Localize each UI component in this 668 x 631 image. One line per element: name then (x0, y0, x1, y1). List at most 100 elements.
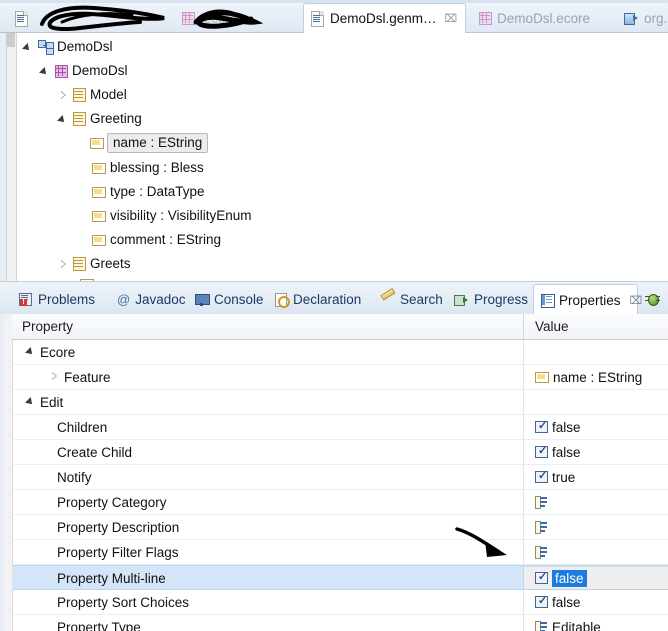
progress-icon (454, 294, 469, 306)
tree-item-label: Greets (90, 256, 131, 272)
property-label: Create Child (57, 444, 133, 460)
tree-item-label: name : EString (107, 132, 209, 154)
ecore-icon (479, 11, 492, 25)
editor-tab-scribbled-ecore[interactable]: .ecore (175, 3, 300, 33)
tree-scrollbar-thumb[interactable] (6, 33, 15, 47)
property-label: Property Description (57, 519, 180, 535)
property-name-cell: Notify (57, 465, 92, 489)
table-row-property-filter-flags[interactable]: Property Filter Flags (12, 540, 668, 565)
property-value: Editable (552, 619, 601, 631)
cell-divider (523, 566, 524, 590)
property-label: Property Filter Flags (57, 544, 179, 560)
property-value-cell[interactable]: ✓ true (535, 465, 575, 489)
property-name-cell: Feature (50, 365, 111, 389)
property-value-cell[interactable]: Editable (535, 615, 601, 631)
text-field-icon (535, 546, 548, 559)
property-name-cell: Property Description (57, 515, 179, 539)
chevron-right-icon[interactable] (50, 372, 60, 382)
property-value-cell[interactable]: ✓ false (535, 590, 581, 614)
chevron-right-icon[interactable] (58, 259, 69, 270)
chevron-down-icon[interactable] (58, 114, 69, 125)
javadoc-at-icon: @ (117, 292, 131, 307)
text-field-icon (535, 521, 548, 534)
editor-tab-scribbled-genmodel[interactable] (8, 3, 168, 33)
property-name-cell: Property Multi-line (57, 566, 166, 590)
table-row-create-child[interactable]: Create Child ✓ false (12, 440, 668, 465)
editor-tab-org-plugin[interactable]: org. (617, 3, 668, 33)
tree-item-name-estring[interactable]: name : EString (90, 131, 209, 155)
tab-label: Progress (474, 292, 529, 307)
tab-javadoc[interactable]: @ Javadoc (110, 284, 193, 315)
tab-label: Problems (38, 292, 96, 307)
chevron-down-icon[interactable] (40, 66, 51, 77)
tab-problems[interactable]: ! Problems (12, 284, 102, 315)
tree-item-model[interactable]: Model (58, 83, 127, 107)
tree-item-label: DemoDsl (57, 39, 113, 55)
chevron-right-icon[interactable] (58, 90, 69, 101)
properties-table-header: Property Value (12, 314, 668, 340)
column-header-property[interactable]: Property (22, 314, 73, 339)
close-icon[interactable]: ⌧ (445, 12, 458, 25)
table-row-children[interactable]: Children ✓ false (12, 415, 668, 440)
column-header-value[interactable]: Value (535, 314, 569, 339)
property-value-cell[interactable]: ✓ false (535, 566, 587, 590)
eclipse-window: .ecore DemoDsl.genm… ⌧ DemoDsl.ecore org… (0, 0, 668, 631)
property-label: Property Type (57, 619, 141, 631)
tree-item-greets[interactable]: Greets (58, 252, 131, 276)
property-value-cell[interactable] (535, 540, 552, 564)
tree-item-greeting[interactable]: Greeting (58, 107, 142, 131)
cell-divider (523, 465, 524, 489)
editor-tab-demodsl-ecore[interactable]: DemoDsl.ecore (472, 3, 612, 33)
tree-item-demodsl-package[interactable]: DemoDsl (40, 59, 128, 83)
property-value-cell[interactable]: name : EString (535, 365, 642, 389)
chevron-down-icon[interactable] (26, 397, 36, 407)
cell-divider (523, 365, 524, 389)
tree-item-type-datatype[interactable]: type : DataType (92, 180, 205, 204)
table-row-property-category[interactable]: Property Category (12, 490, 668, 515)
problems-icon: ! (19, 293, 33, 306)
property-value: false (552, 594, 581, 610)
property-value-selected[interactable]: false (552, 569, 587, 587)
tab-search[interactable]: Search (374, 284, 450, 315)
tab-progress[interactable]: Progress (447, 284, 535, 315)
property-value-cell[interactable]: ✓ false (535, 415, 581, 439)
genmodel-tree-panel[interactable]: DemoDsl DemoDsl Model Greeting name: ES… (0, 33, 668, 281)
editor-tab-demodsl-genmodel[interactable]: DemoDsl.genm… ⌧ (303, 3, 466, 33)
tab-console[interactable]: Console (188, 284, 271, 315)
property-value-cell[interactable] (535, 515, 552, 539)
tree-vertical-scrollbar[interactable] (6, 33, 17, 281)
eclass-icon (73, 88, 86, 102)
chevron-down-icon[interactable] (26, 347, 36, 357)
debug-view-icon[interactable] (645, 290, 660, 306)
chevron-down-icon[interactable] (23, 42, 34, 53)
property-value-cell[interactable] (535, 490, 552, 514)
property-value-cell[interactable]: ✓ false (535, 440, 581, 464)
table-row-notify[interactable]: Notify ✓ true (12, 465, 668, 490)
table-row-ecore-group[interactable]: Ecore (12, 340, 668, 365)
table-row-edit-group[interactable]: Edit (12, 390, 668, 415)
tab-properties[interactable]: Properties ⌧ (533, 284, 642, 315)
table-row-property-sort-choices[interactable]: Property Sort Choices ✓ false (12, 590, 668, 615)
close-icon[interactable]: ⌧ (630, 294, 643, 307)
tree-item-visibility-visibilityenum[interactable]: visibility : VisibilityEnum (92, 204, 252, 228)
tree-item-comment-estring[interactable]: comment : EString (92, 228, 221, 252)
property-label: Children (57, 419, 108, 435)
tree-item-demodsl-root[interactable]: DemoDsl (23, 35, 113, 59)
tree-item-label: type : DataType (110, 184, 205, 200)
cell-divider (523, 515, 524, 539)
properties-view[interactable]: Property Value Ecore Feature name : EStr… (0, 314, 668, 631)
cell-divider (523, 390, 524, 414)
plugin-icon (624, 12, 639, 25)
table-row-property-description[interactable]: Property Description (12, 515, 668, 540)
tab-declaration[interactable]: Declaration (268, 284, 368, 315)
eattribute-icon (92, 210, 106, 222)
table-row-property-multi-line[interactable]: Property Multi-line ✓ false (12, 565, 668, 590)
eclass-icon (73, 112, 86, 126)
property-label: Ecore (40, 344, 76, 360)
column-divider[interactable] (523, 314, 524, 339)
tree-item-blessing-bless[interactable]: blessing : Bless (92, 156, 204, 180)
table-row-property-type[interactable]: Property Type Editable (12, 615, 668, 631)
table-row-feature[interactable]: Feature name : EString (12, 365, 668, 390)
boolean-icon: ✓ (535, 572, 548, 584)
property-label: Edit (40, 394, 64, 410)
